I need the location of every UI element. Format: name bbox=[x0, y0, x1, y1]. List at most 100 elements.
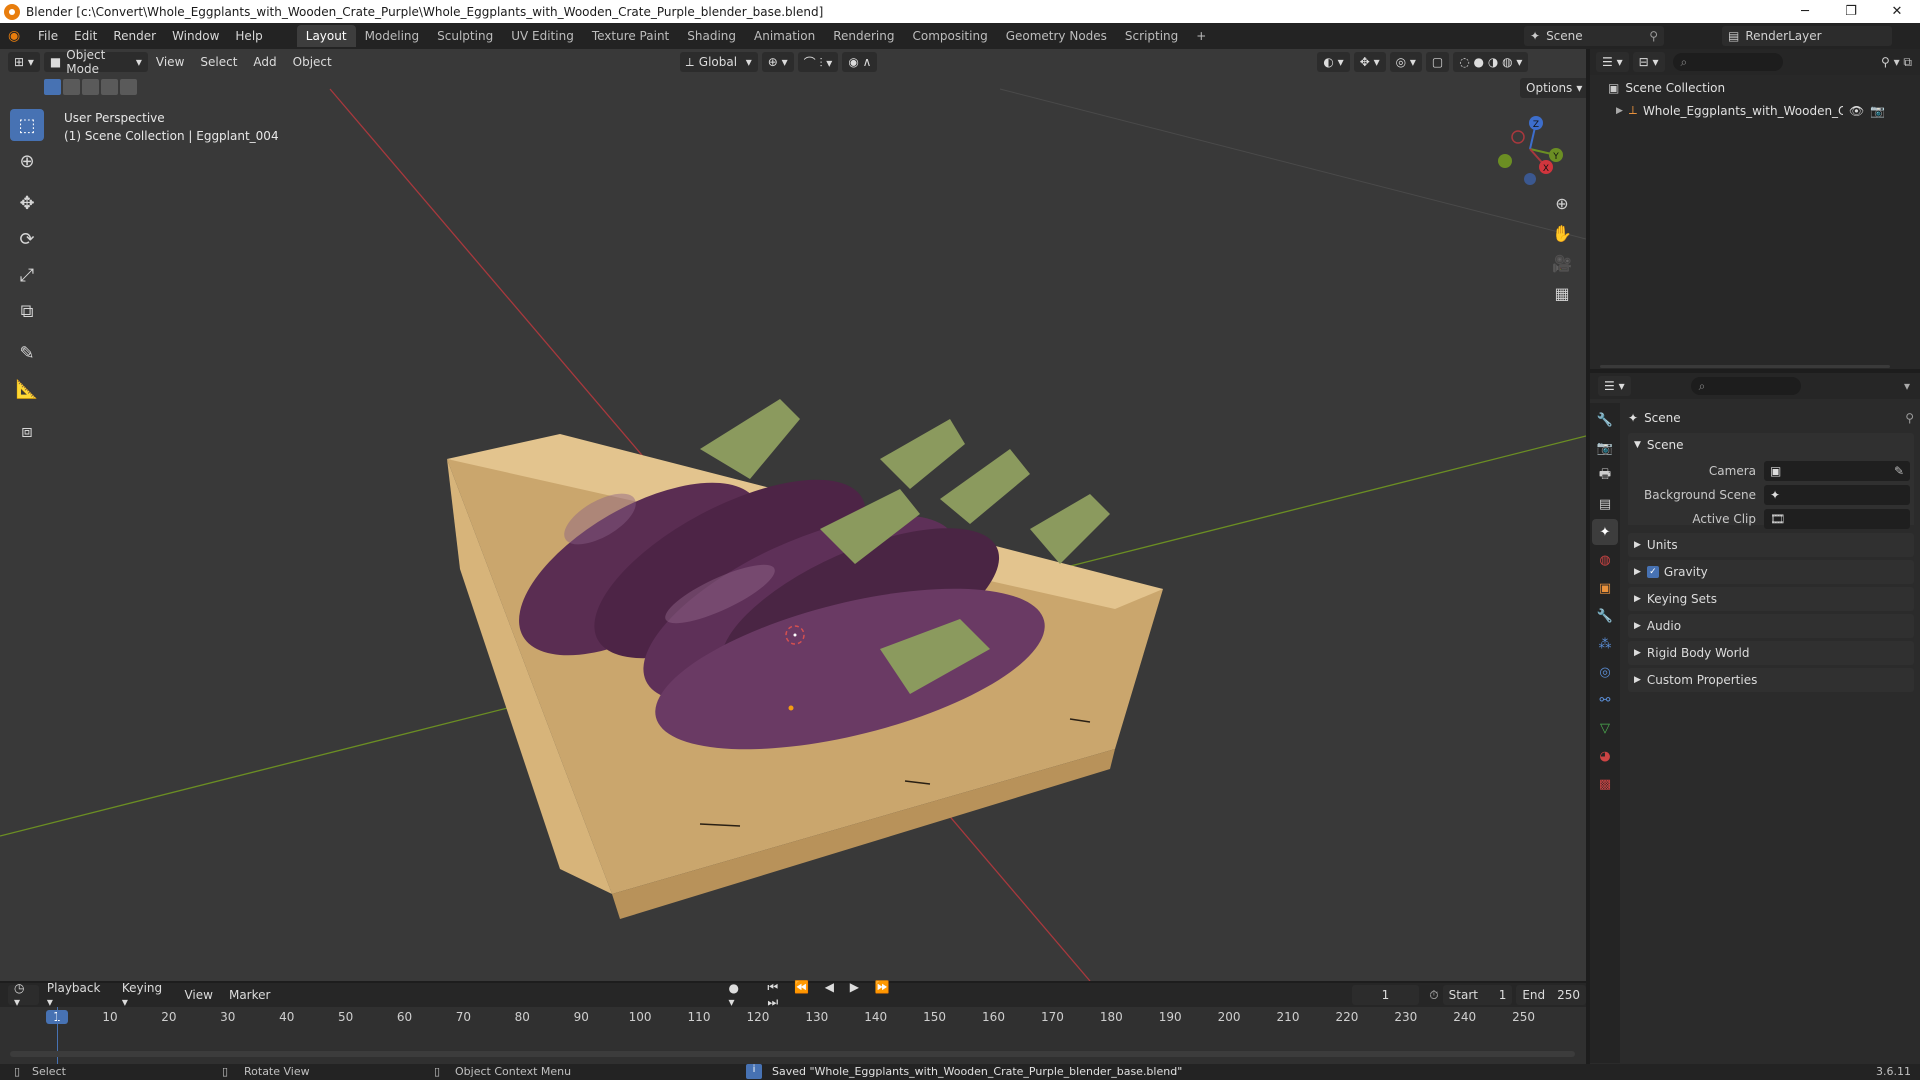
chevron-down-icon[interactable]: ▾ bbox=[1904, 379, 1910, 393]
custom-properties-panel-header[interactable]: ▶ Custom Properties bbox=[1628, 668, 1914, 692]
display-mode-button[interactable]: ⊟ ▾ bbox=[1632, 52, 1665, 72]
tab-sculpting[interactable]: Sculpting bbox=[428, 25, 502, 47]
cursor-tool[interactable]: ⊕ bbox=[10, 145, 44, 177]
menu-edit[interactable]: Edit bbox=[66, 29, 105, 43]
pan-hand-icon[interactable]: ✋ bbox=[1548, 219, 1576, 247]
tab-geometry-nodes[interactable]: Geometry Nodes bbox=[997, 25, 1116, 47]
menu-window[interactable]: Window bbox=[164, 29, 227, 43]
tab-layout[interactable]: Layout bbox=[296, 25, 356, 47]
transform-orientation[interactable]: ⟂ Global ▾ bbox=[679, 52, 758, 72]
expand-arrow-icon[interactable]: ▶ bbox=[1616, 106, 1623, 116]
tab-rendering[interactable]: Rendering bbox=[824, 25, 903, 47]
menu-render[interactable]: Render bbox=[105, 29, 164, 43]
proportional-edit-button[interactable]: ◉ ∧ bbox=[842, 52, 878, 72]
select-box-tool[interactable]: ⬚ bbox=[10, 109, 44, 141]
menu-add[interactable]: Add bbox=[245, 55, 284, 69]
data-tab-icon[interactable]: ▽ bbox=[1592, 715, 1618, 741]
texture-tab-icon[interactable]: ▩ bbox=[1592, 771, 1618, 797]
menu-keying[interactable]: Keying ▾ bbox=[114, 981, 177, 1009]
timeline-editor-type[interactable]: ◷ ▾ bbox=[8, 981, 39, 1009]
scene-tab-icon[interactable]: ✦ bbox=[1592, 519, 1618, 545]
gizmo-button[interactable]: ✥ ▾ bbox=[1353, 52, 1386, 72]
overlay-button[interactable]: ◎ ▾ bbox=[1389, 52, 1422, 72]
view-layer-tab-icon[interactable]: ▤ bbox=[1592, 491, 1618, 517]
record-button[interactable]: ● ▾ bbox=[728, 981, 747, 1009]
active-clip-field[interactable]: 🎞 bbox=[1764, 509, 1910, 529]
pin-icon[interactable]: ⚲ bbox=[1905, 411, 1914, 425]
eyedropper-icon[interactable]: ✎ bbox=[1894, 464, 1904, 478]
move-tool[interactable]: ✥ bbox=[10, 187, 44, 219]
select-extend-button[interactable] bbox=[63, 79, 80, 95]
menu-help[interactable]: Help bbox=[227, 29, 270, 43]
menu-timeline-view[interactable]: View bbox=[176, 988, 220, 1002]
tab-uv-editing[interactable]: UV Editing bbox=[502, 25, 583, 47]
render-camera-icon[interactable]: 📷 bbox=[1870, 104, 1885, 118]
timer-icon[interactable]: ⏱ bbox=[1429, 988, 1438, 1003]
shading-buttons[interactable]: ◌ ● ◑ ◍ ▾ bbox=[1453, 52, 1529, 72]
camera-view-icon[interactable]: 🎥 bbox=[1548, 249, 1576, 277]
tab-shading[interactable]: Shading bbox=[678, 25, 745, 47]
particles-tab-icon[interactable]: ⁂ bbox=[1592, 631, 1618, 657]
gravity-panel-header[interactable]: ▶ ✓ Gravity bbox=[1628, 560, 1914, 584]
object-tab-icon[interactable]: ▣ bbox=[1592, 575, 1618, 601]
constraints-tab-icon[interactable]: ⚯ bbox=[1592, 687, 1618, 713]
menu-object[interactable]: Object bbox=[285, 55, 340, 69]
pin-icon[interactable]: ⚲ bbox=[1649, 29, 1658, 43]
outliner-scrollbar[interactable] bbox=[1600, 365, 1890, 368]
menu-marker[interactable]: Marker bbox=[221, 988, 278, 1002]
output-tab-icon[interactable]: 🖶 bbox=[1592, 463, 1618, 489]
select-invert-button[interactable] bbox=[101, 79, 118, 95]
menu-select[interactable]: Select bbox=[192, 55, 245, 69]
end-frame-field[interactable]: End 250 bbox=[1516, 985, 1586, 1005]
tab-modeling[interactable]: Modeling bbox=[356, 25, 429, 47]
add-workspace-button[interactable]: + bbox=[1187, 25, 1215, 47]
pivot-button[interactable]: ⊕ ▾ bbox=[761, 52, 794, 72]
audio-panel-header[interactable]: ▶ Audio bbox=[1628, 614, 1914, 638]
zoom-icon[interactable]: ⊕ bbox=[1548, 189, 1576, 217]
measure-tool[interactable]: 📐 bbox=[10, 373, 44, 405]
modifier-tab-icon[interactable]: 🔧 bbox=[1592, 603, 1618, 629]
gravity-checkbox[interactable]: ✓ bbox=[1646, 566, 1659, 578]
tool-tab-icon[interactable]: 🔧 bbox=[1592, 407, 1618, 433]
outliner-search-input[interactable]: ⌕ bbox=[1672, 53, 1783, 71]
camera-field[interactable]: ▣ ✎ bbox=[1764, 461, 1910, 481]
keying-sets-panel-header[interactable]: ▶ Keying Sets bbox=[1628, 587, 1914, 611]
outliner-editor-type[interactable]: ☰ ▾ bbox=[1596, 52, 1629, 72]
3d-viewport[interactable]: ⊞ ▾ ■ Object Mode ▾ View Select Add Obje… bbox=[0, 49, 1586, 981]
blender-menu-icon[interactable]: ◉ bbox=[8, 28, 30, 44]
rigid-body-world-panel-header[interactable]: ▶ Rigid Body World bbox=[1628, 641, 1914, 665]
timeline-scrollbar[interactable] bbox=[10, 1051, 1575, 1057]
outliner-scene-collection[interactable]: ▣ Scene Collection bbox=[1590, 75, 1920, 101]
properties-editor-type[interactable]: ☰ ▾ bbox=[1598, 376, 1631, 396]
playback-controls[interactable]: ⏮ ⏪ ◀ ▶ ⏩ ⏭ bbox=[767, 980, 911, 1010]
render-tab-icon[interactable]: 📷 bbox=[1592, 435, 1618, 461]
scene-section-header[interactable]: ▼ Scene bbox=[1628, 433, 1914, 457]
visibility-button[interactable]: ◐ ▾ bbox=[1317, 52, 1350, 72]
perspective-grid-icon[interactable]: ▦ bbox=[1548, 279, 1576, 307]
select-subtract-button[interactable] bbox=[82, 79, 99, 95]
physics-tab-icon[interactable]: ◎ bbox=[1592, 659, 1618, 685]
units-panel-header[interactable]: ▶ Units bbox=[1628, 533, 1914, 557]
snap-button[interactable]: ⌒ ⫶ ▾ bbox=[797, 52, 839, 72]
maximize-button[interactable]: ❐ bbox=[1828, 0, 1874, 23]
properties-search-input[interactable]: ⌕ bbox=[1690, 377, 1801, 395]
scene-selector[interactable]: ✦ Scene ⚲ bbox=[1524, 26, 1664, 46]
background-scene-field[interactable]: ✦ bbox=[1764, 485, 1910, 505]
mode-selector[interactable]: ■ Object Mode ▾ bbox=[43, 49, 148, 76]
tab-scripting[interactable]: Scripting bbox=[1116, 25, 1187, 47]
rotate-tool[interactable]: ⟳ bbox=[10, 223, 44, 255]
frame-ruler[interactable]: 1102030405060708090100110120130140150160… bbox=[0, 1007, 1586, 1027]
close-button[interactable]: ✕ bbox=[1874, 0, 1920, 23]
editor-type-button[interactable]: ⊞ ▾ bbox=[8, 52, 40, 72]
menu-view[interactable]: View bbox=[148, 55, 192, 69]
tab-compositing[interactable]: Compositing bbox=[903, 25, 996, 47]
minimize-button[interactable]: ─ bbox=[1782, 0, 1828, 23]
start-frame-field[interactable]: Start 1 bbox=[1442, 985, 1513, 1005]
tab-texture-paint[interactable]: Texture Paint bbox=[583, 25, 678, 47]
material-tab-icon[interactable]: ◕ bbox=[1592, 743, 1618, 769]
menu-file[interactable]: File bbox=[30, 29, 66, 43]
scale-tool[interactable]: ⤢ bbox=[10, 259, 44, 291]
world-tab-icon[interactable]: ◍ bbox=[1592, 547, 1618, 573]
select-new-button[interactable] bbox=[44, 79, 61, 95]
view-layer-selector[interactable]: ▤ RenderLayer bbox=[1722, 26, 1892, 46]
